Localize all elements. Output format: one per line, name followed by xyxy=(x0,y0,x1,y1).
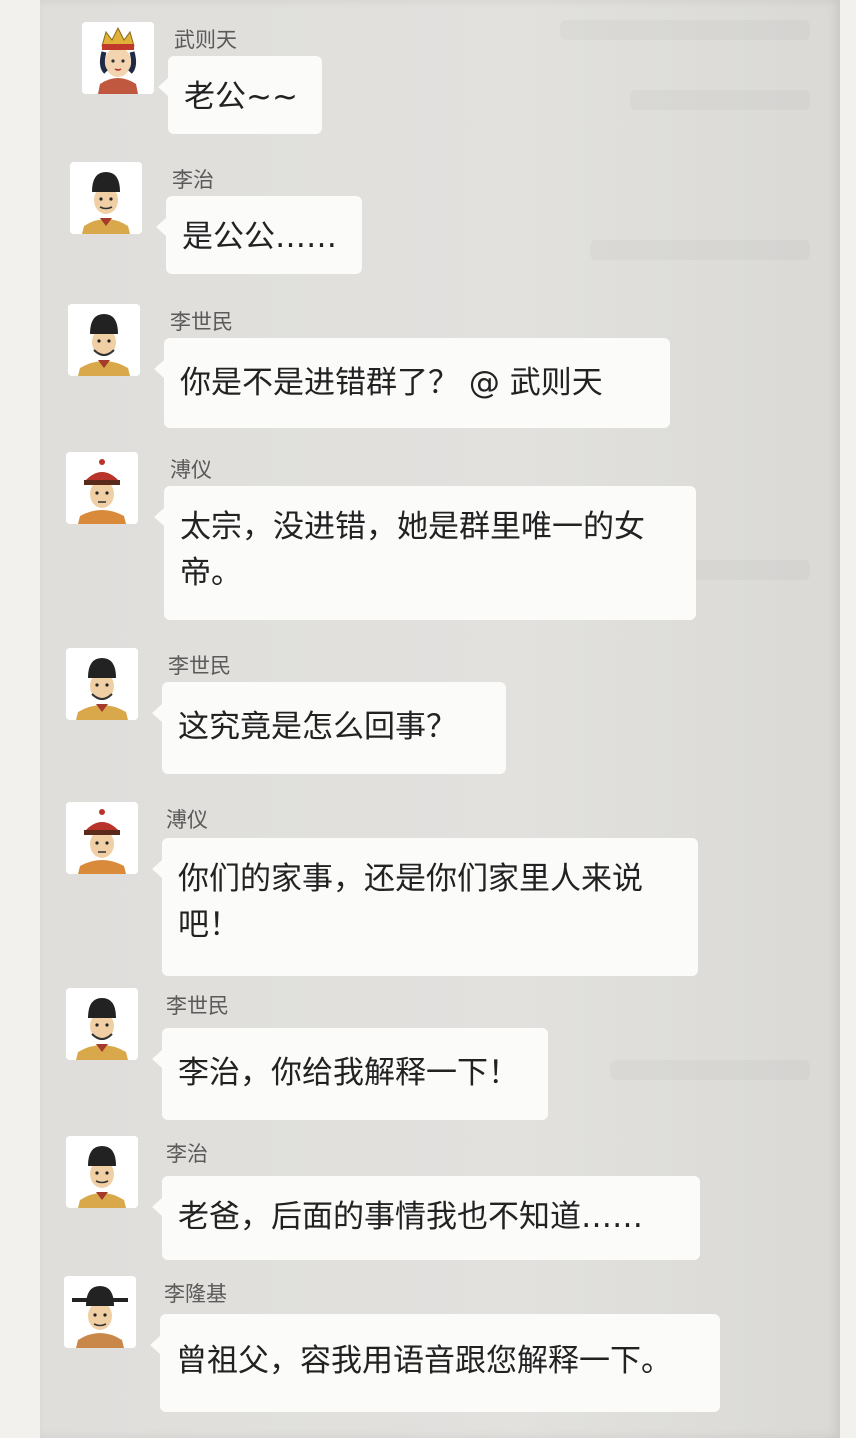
message-bubble[interactable]: 你们的家事，还是你们家里人来说吧！ xyxy=(152,838,698,976)
sender-name: 李治 xyxy=(172,168,214,192)
message-row: 武则天 老公~~ xyxy=(66,22,786,137)
qing-emperor-avatar-icon[interactable] xyxy=(66,452,138,524)
message-row: 李治 是公公…… xyxy=(66,162,786,277)
message-text: 是公公…… xyxy=(182,219,337,255)
message-bubble[interactable]: 太宗，没进错，她是群里唯一的女帝。 xyxy=(154,486,696,620)
tang-emperor-avatar-icon[interactable] xyxy=(70,162,142,234)
tang-emperor-avatar-icon[interactable] xyxy=(66,1136,138,1208)
empress-avatar-icon[interactable] xyxy=(82,22,154,94)
message-row: 李治 老爸，后面的事情我也不知道…… xyxy=(66,1136,786,1262)
message-text: 太宗，没进错，她是群里唯一的女帝。 xyxy=(180,509,645,591)
tang-emperor-avatar-icon[interactable] xyxy=(68,304,140,376)
message-text: 老爸，后面的事情我也不知道…… xyxy=(178,1199,643,1235)
sender-name: 李世民 xyxy=(166,994,229,1018)
tang-emperor-avatar-icon[interactable] xyxy=(64,1276,136,1348)
message-bubble[interactable]: 这究竟是怎么回事？ xyxy=(152,682,506,774)
message-bubble[interactable]: 老公~~ xyxy=(158,56,322,134)
message-text: 曾祖父，容我用语音跟您解释一下。 xyxy=(176,1343,672,1379)
message-row: 李世民 李治，你给我解释一下！ xyxy=(66,988,786,1122)
message-bubble[interactable]: 是公公…… xyxy=(156,196,362,274)
message-text: 老公~~ xyxy=(184,79,298,115)
message-text: 你是不是进错群了？ @ 武则天 xyxy=(180,365,603,401)
message-bubble[interactable]: 你是不是进错群了？ @ 武则天 xyxy=(154,338,670,428)
message-row: 溥仪 你们的家事，还是你们家里人来说吧！ xyxy=(66,802,786,978)
message-bubble[interactable]: 李治，你给我解释一下！ xyxy=(152,1028,548,1120)
message-row: 李隆基 曾祖父，容我用语音跟您解释一下。 xyxy=(64,1276,786,1416)
message-text: 这究竟是怎么回事？ xyxy=(178,709,457,745)
message-text: 李治，你给我解释一下！ xyxy=(178,1055,519,1091)
tang-emperor-avatar-icon[interactable] xyxy=(66,648,138,720)
sender-name: 溥仪 xyxy=(166,808,208,832)
message-row: 李世民 这究竟是怎么回事？ xyxy=(66,648,786,776)
message-bubble[interactable]: 老爸，后面的事情我也不知道…… xyxy=(152,1176,700,1260)
sender-name: 李世民 xyxy=(168,654,231,678)
message-row: 李世民 你是不是进错群了？ @ 武则天 xyxy=(66,304,786,430)
sender-name: 李隆基 xyxy=(164,1282,227,1306)
message-text: 你们的家事，还是你们家里人来说吧！ xyxy=(178,861,643,943)
sender-name: 武则天 xyxy=(174,28,237,52)
qing-emperor-avatar-icon[interactable] xyxy=(66,802,138,874)
tang-emperor-avatar-icon[interactable] xyxy=(66,988,138,1060)
sender-name: 李治 xyxy=(166,1142,208,1166)
message-bubble[interactable]: 曾祖父，容我用语音跟您解释一下。 xyxy=(150,1314,720,1412)
sender-name: 溥仪 xyxy=(170,458,212,482)
message-row: 溥仪 太宗，没进错，她是群里唯一的女帝。 xyxy=(66,452,786,622)
sender-name: 李世民 xyxy=(170,310,233,334)
